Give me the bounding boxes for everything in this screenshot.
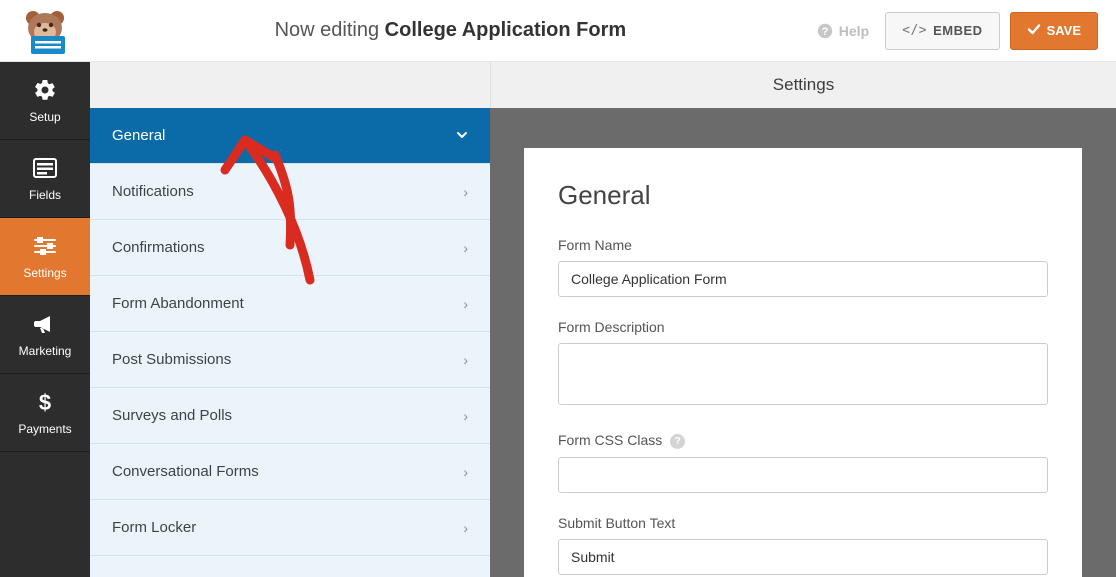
svg-text:$: $	[39, 390, 51, 414]
bear-logo-icon	[17, 8, 73, 54]
svg-text:?: ?	[821, 26, 828, 38]
page-title: Now editing College Application Form	[90, 19, 811, 42]
submenu-item-confirmations[interactable]: Confirmations ›	[90, 220, 490, 276]
panel-heading: General	[558, 180, 1048, 211]
panel-backdrop: General Form Name Form Description Form …	[490, 108, 1116, 577]
form-description-input[interactable]	[558, 343, 1048, 405]
form-icon	[33, 156, 57, 180]
save-button[interactable]: SAVE	[1010, 12, 1098, 50]
top-actions: ? Help </> EMBED SAVE	[811, 12, 1116, 50]
editing-prefix: Now editing	[275, 19, 380, 41]
submenu-label: Notifications	[112, 183, 194, 200]
sidebar-item-settings[interactable]: Settings	[0, 218, 90, 296]
submenu-label: Form Abandonment	[112, 295, 244, 312]
sidebar-item-payments[interactable]: $ Payments	[0, 374, 90, 452]
primary-sidebar: Setup Fields Settings Marketing $ Paymen…	[0, 62, 90, 577]
sidebar-item-marketing[interactable]: Marketing	[0, 296, 90, 374]
main-header: Settings	[490, 62, 1116, 108]
sidebar-item-fields[interactable]: Fields	[0, 140, 90, 218]
submenu-item-surveys-and-polls[interactable]: Surveys and Polls ›	[90, 388, 490, 444]
main-header-title: Settings	[773, 75, 834, 95]
embed-button[interactable]: </> EMBED	[885, 12, 999, 50]
submenu-label: Surveys and Polls	[112, 407, 232, 424]
chevron-right-icon: ›	[463, 464, 468, 480]
help-button[interactable]: ? Help	[811, 23, 875, 39]
sidebar-item-setup[interactable]: Setup	[0, 62, 90, 140]
sidebar-item-label: Marketing	[19, 344, 72, 358]
bullhorn-icon	[33, 312, 57, 336]
chevron-down-icon	[456, 128, 468, 144]
field-label: Form Name	[558, 237, 1048, 253]
submenu-label: Post Submissions	[112, 351, 231, 368]
sidebar-item-label: Fields	[29, 188, 61, 202]
form-title: College Application Form	[385, 19, 627, 41]
field-label: Submit Button Text	[558, 515, 1048, 531]
help-icon: ?	[817, 23, 833, 39]
field-label: Form Description	[558, 319, 1048, 335]
settings-submenu: General Notifications › Confirmations › …	[90, 108, 490, 577]
save-label: SAVE	[1047, 23, 1081, 38]
chevron-right-icon: ›	[463, 352, 468, 368]
form-css-class-input[interactable]	[558, 457, 1048, 493]
submenu-item-notifications[interactable]: Notifications ›	[90, 164, 490, 220]
chevron-right-icon: ›	[463, 408, 468, 424]
sidebar-item-label: Settings	[23, 266, 66, 280]
chevron-right-icon: ›	[463, 296, 468, 312]
chevron-right-icon: ›	[463, 184, 468, 200]
field-label: Form CSS Class ?	[558, 432, 1048, 449]
embed-label: EMBED	[933, 23, 982, 38]
check-icon	[1027, 22, 1041, 39]
field-form-name: Form Name	[558, 237, 1048, 297]
field-submit-button-text: Submit Button Text	[558, 515, 1048, 575]
sidebar-item-label: Setup	[29, 110, 60, 124]
submenu-label: Confirmations	[112, 239, 205, 256]
app-logo[interactable]	[0, 8, 90, 54]
field-label-text: Form CSS Class	[558, 432, 662, 448]
help-label: Help	[839, 23, 869, 39]
submenu-item-conversational-forms[interactable]: Conversational Forms ›	[90, 444, 490, 500]
sliders-icon	[33, 234, 57, 258]
top-bar: Now editing College Application Form ? H…	[0, 0, 1116, 62]
submenu-label: Conversational Forms	[112, 463, 259, 480]
help-icon[interactable]: ?	[670, 434, 685, 449]
field-form-css-class: Form CSS Class ?	[558, 432, 1048, 493]
settings-submenu-panel: General Notifications › Confirmations › …	[90, 62, 490, 577]
chevron-right-icon: ›	[463, 520, 468, 536]
submenu-item-post-submissions[interactable]: Post Submissions ›	[90, 332, 490, 388]
main-area: Settings General Form Name Form Descript…	[490, 62, 1116, 577]
settings-general-panel: General Form Name Form Description Form …	[524, 148, 1082, 577]
submit-button-text-input[interactable]	[558, 539, 1048, 575]
code-icon: </>	[902, 23, 927, 38]
submenu-header-spacer	[90, 62, 490, 108]
dollar-icon: $	[33, 390, 57, 414]
gear-icon	[33, 78, 57, 102]
submenu-item-general[interactable]: General	[90, 108, 490, 164]
form-name-input[interactable]	[558, 261, 1048, 297]
field-form-description: Form Description	[558, 319, 1048, 410]
submenu-label: General	[112, 127, 165, 144]
chevron-right-icon: ›	[463, 240, 468, 256]
sidebar-item-label: Payments	[18, 422, 71, 436]
submenu-item-form-abandonment[interactable]: Form Abandonment ›	[90, 276, 490, 332]
submenu-label: Form Locker	[112, 519, 196, 536]
submenu-item-form-locker[interactable]: Form Locker ›	[90, 500, 490, 556]
